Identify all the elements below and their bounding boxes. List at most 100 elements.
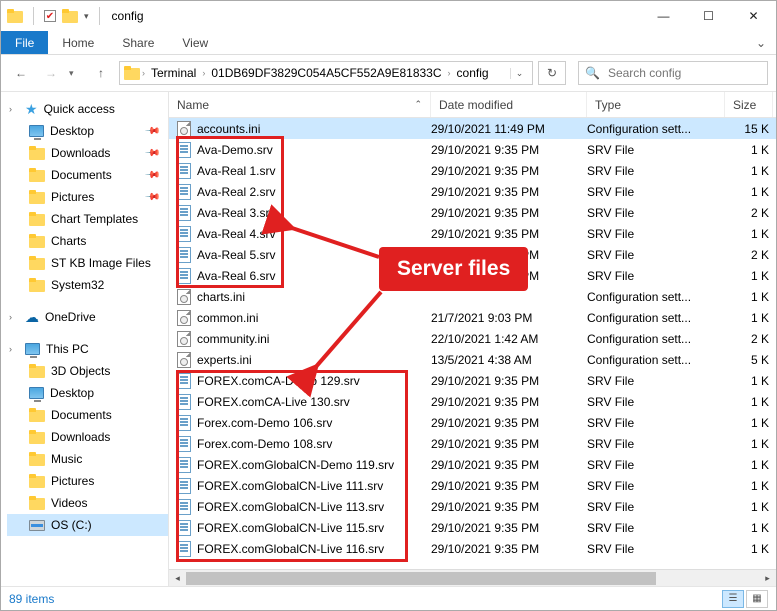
tab-file[interactable]: File [1,31,48,54]
this-pc-item[interactable]: OS (C:) [7,514,168,536]
file-row[interactable]: FOREX.comCA-Live 130.srv29/10/2021 9:35 … [169,391,776,412]
tab-view[interactable]: View [168,31,222,54]
status-bar: 89 items ☰ ▦ [1,586,776,610]
file-date: 29/10/2021 9:35 PM [431,437,587,451]
this-pc-label: This PC [46,342,89,356]
pin-icon: 📌 [143,123,160,140]
file-row[interactable]: Ava-Real 1.srv29/10/2021 9:35 PMSRV File… [169,160,776,181]
nav-item-label: Charts [51,234,86,248]
quick-access-item[interactable]: System32 [7,274,168,296]
qat-folder-icon[interactable] [62,9,78,23]
onedrive-header[interactable]: › ☁ OneDrive [7,306,168,328]
file-row[interactable]: Ava-Real 5.srv29/10/2021 9:35 PMSRV File… [169,244,776,265]
file-row[interactable]: charts.iniConfiguration sett...1 K [169,286,776,307]
navigation-pane[interactable]: › ★ Quick access Desktop📌Downloads📌Docum… [1,92,169,586]
file-row[interactable]: Ava-Real 2.srv29/10/2021 9:35 PMSRV File… [169,181,776,202]
breadcrumb-terminal[interactable]: Terminal [147,66,200,80]
file-row[interactable]: accounts.ini29/10/2021 11:49 PMConfigura… [169,118,776,139]
search-box[interactable]: 🔍 [578,61,768,85]
folder-icon [29,496,45,510]
history-dropdown[interactable]: ▾ [69,68,83,79]
file-row[interactable]: FOREX.comGlobalCN-Live 111.srv29/10/2021… [169,475,776,496]
maximize-button[interactable]: ☐ [686,1,731,31]
tab-share[interactable]: Share [108,31,168,54]
file-row[interactable]: community.ini22/10/2021 1:42 AMConfigura… [169,328,776,349]
file-size: 2 K [725,332,769,346]
quick-access-item[interactable]: Desktop📌 [7,120,168,142]
address-dropdown[interactable]: ⌄ [510,68,528,79]
file-row[interactable]: FOREX.comGlobalCN-Live 115.srv29/10/2021… [169,517,776,538]
file-date: 29/10/2021 9:35 PM [431,374,587,388]
back-button[interactable]: ← [9,61,33,85]
refresh-button[interactable]: ↻ [538,61,566,85]
folder-icon [29,408,45,422]
quick-access-item[interactable]: Documents📌 [7,164,168,186]
column-type[interactable]: Type [587,92,725,117]
scroll-right-button[interactable]: ▸ [759,570,776,587]
file-date: 29/10/2021 9:35 PM [431,458,587,472]
quick-access-header[interactable]: › ★ Quick access [7,98,168,120]
qat-overflow-icon[interactable]: ▾ [84,11,89,22]
file-row[interactable]: Ava-Real 6.srv29/10/2021 9:35 PMSRV File… [169,265,776,286]
scroll-track[interactable] [186,570,759,587]
scroll-thumb[interactable] [186,572,656,585]
this-pc-header[interactable]: › This PC [7,338,168,360]
up-button[interactable]: ↑ [89,61,113,85]
quick-access-item[interactable]: Downloads📌 [7,142,168,164]
chevron-right-icon[interactable]: › [9,104,19,114]
icons-view-button[interactable]: ▦ [746,590,768,608]
breadcrumb-sep[interactable]: › [202,68,205,78]
breadcrumb-sep[interactable]: › [142,68,145,78]
nav-item-label: Music [51,452,82,466]
file-row[interactable]: experts.ini13/5/2021 4:38 AMConfiguratio… [169,349,776,370]
close-button[interactable]: ✕ [731,1,776,31]
search-input[interactable] [606,65,765,81]
this-pc-item[interactable]: Videos [7,492,168,514]
column-size[interactable]: Size [725,92,773,117]
address-bar[interactable]: › Terminal › 01DB69DF3829C054A5CF552A9E8… [119,61,533,85]
this-pc-item[interactable]: Pictures [7,470,168,492]
chevron-right-icon[interactable]: › [9,344,19,354]
file-row[interactable]: FOREX.comGlobalCN-Live 116.srv29/10/2021… [169,538,776,559]
srv-file-icon [177,184,191,200]
content-area: › ★ Quick access Desktop📌Downloads📌Docum… [1,91,776,586]
file-row[interactable]: FOREX.comCA-Demo 129.srv29/10/2021 9:35 … [169,370,776,391]
quick-access-item[interactable]: Chart Templates [7,208,168,230]
breadcrumb-config[interactable]: config [453,66,493,80]
quick-access-item[interactable]: Charts [7,230,168,252]
file-row[interactable]: Forex.com-Demo 106.srv29/10/2021 9:35 PM… [169,412,776,433]
file-row[interactable]: Ava-Demo.srv29/10/2021 9:35 PMSRV File1 … [169,139,776,160]
breadcrumb-hash[interactable]: 01DB69DF3829C054A5CF552A9E81833C [207,66,445,80]
this-pc-item[interactable]: Downloads [7,426,168,448]
file-row[interactable]: common.ini21/7/2021 9:03 PMConfiguration… [169,307,776,328]
this-pc-item[interactable]: Music [7,448,168,470]
file-row[interactable]: FOREX.comGlobalCN-Live 113.srv29/10/2021… [169,496,776,517]
breadcrumb-sep[interactable]: › [448,68,451,78]
quick-access-item[interactable]: ST KB Image Files [7,252,168,274]
scroll-left-button[interactable]: ◂ [169,570,186,587]
column-date[interactable]: Date modified [431,92,587,117]
this-pc-item[interactable]: Desktop [7,382,168,404]
tab-home[interactable]: Home [48,31,108,54]
qat-checkbox[interactable]: ✔ [44,10,56,22]
forward-button[interactable]: → [39,61,63,85]
srv-file-icon [177,142,191,158]
file-list[interactable]: accounts.ini29/10/2021 11:49 PMConfigura… [169,118,776,569]
expand-ribbon-button[interactable]: ⌄ [746,31,776,54]
file-row[interactable]: Ava-Real 4.srv29/10/2021 9:35 PMSRV File… [169,223,776,244]
details-view-button[interactable]: ☰ [722,590,744,608]
file-name: Ava-Real 5.srv [197,248,431,262]
file-row[interactable]: Ava-Real 3.srv29/10/2021 9:35 PMSRV File… [169,202,776,223]
file-name: accounts.ini [197,122,431,136]
this-pc-item[interactable]: Documents [7,404,168,426]
quick-access-item[interactable]: Pictures📌 [7,186,168,208]
column-name[interactable]: Name ⌃ [169,92,431,117]
horizontal-scrollbar[interactable]: ◂ ▸ [169,569,776,586]
file-date: 29/10/2021 9:35 PM [431,227,587,241]
chevron-right-icon[interactable]: › [9,312,19,322]
file-row[interactable]: Forex.com-Demo 108.srv29/10/2021 9:35 PM… [169,433,776,454]
minimize-button[interactable]: — [641,1,686,31]
file-row[interactable]: FOREX.comGlobalCN-Demo 119.srv29/10/2021… [169,454,776,475]
this-pc-item[interactable]: 3D Objects [7,360,168,382]
column-headers: Name ⌃ Date modified Type Size [169,92,776,118]
